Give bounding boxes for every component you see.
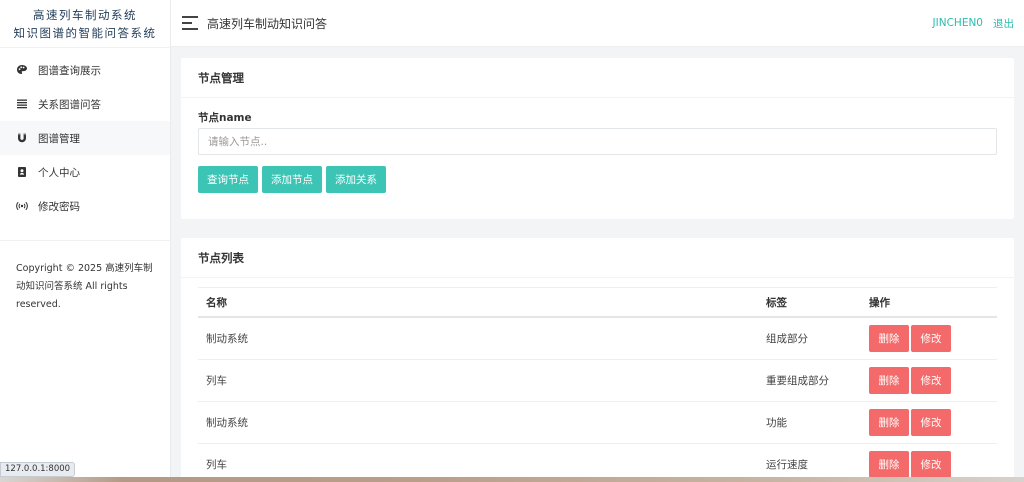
header-title: 高速列车制动知识问答	[207, 16, 328, 31]
edit-button[interactable]: 修改	[911, 451, 951, 478]
dock-strip	[0, 477, 1024, 482]
sidebar-nav: 图谱查询展示 关系图谱问答 图谱管理 个人中心 修改密码	[0, 48, 170, 223]
brand-title-line2: 知识图谱的智能问答系统	[13, 25, 157, 40]
logout-link[interactable]: 退出	[993, 16, 1014, 31]
palette-icon	[16, 64, 28, 76]
magnet-icon	[16, 132, 28, 144]
sidebar-item-profile[interactable]: 个人中心	[0, 155, 170, 189]
cell-name: 制动系统	[206, 417, 248, 429]
cell-ops: 删除 修改	[861, 367, 997, 394]
node-name-label: 节点name	[198, 112, 252, 124]
cell-label: 运行速度	[766, 459, 808, 471]
delete-button[interactable]: 删除	[869, 451, 909, 478]
delete-button[interactable]: 删除	[869, 409, 909, 436]
table-row: 列车 重要组成部分 删除 修改	[198, 360, 997, 402]
edit-button[interactable]: 修改	[911, 367, 951, 394]
table-row: 制动系统 组成部分 删除 修改	[198, 318, 997, 360]
sidebar-item-label: 图谱查询展示	[38, 64, 101, 77]
node-name-input[interactable]	[198, 128, 997, 155]
edit-button[interactable]: 修改	[911, 325, 951, 352]
cell-label: 重要组成部分	[766, 375, 829, 387]
delete-button[interactable]: 删除	[869, 325, 909, 352]
column-header-ops: 操作	[869, 296, 890, 309]
sidebar-item-label: 图谱管理	[38, 132, 80, 145]
address-book-icon	[16, 166, 28, 178]
sidebar-item-graph-query[interactable]: 图谱查询展示	[0, 53, 170, 87]
column-header-label: 标签	[766, 296, 787, 309]
header-user-area: JINCHEN0 退出	[933, 16, 1014, 31]
table-row: 制动系统 功能 删除 修改	[198, 402, 997, 444]
add-relation-button[interactable]: 添加关系	[326, 166, 386, 193]
brand: 高速列车制动系统 知识图谱的智能问答系统	[0, 0, 170, 48]
node-table: 名称 标签 操作 制动系统 组成部分 删除 修改 列车 重要组成部分 删除 修改…	[198, 287, 997, 482]
sidebar-item-label: 个人中心	[38, 166, 80, 179]
cell-label: 组成部分	[766, 333, 808, 345]
column-header-name: 名称	[206, 296, 227, 309]
brand-title-line1: 高速列车制动系统	[33, 7, 137, 22]
cell-name: 列车	[206, 375, 227, 387]
sidebar: 高速列车制动系统 知识图谱的智能问答系统 图谱查询展示 关系图谱问答 图谱管理	[0, 0, 171, 482]
delete-button[interactable]: 删除	[869, 367, 909, 394]
table-header: 名称 标签 操作	[198, 287, 997, 318]
edit-button[interactable]: 修改	[911, 409, 951, 436]
cell-ops: 删除 修改	[861, 325, 997, 352]
node-management-card: 节点管理 节点name 查询节点 添加节点 添加关系	[181, 58, 1014, 219]
sidebar-item-label: 关系图谱问答	[38, 98, 101, 111]
sidebar-item-change-password[interactable]: 修改密码	[0, 189, 170, 223]
copyright-text: Copyright © 2025 高速列车制动知识问答系统 All rights…	[16, 263, 153, 310]
query-node-button[interactable]: 查询节点	[198, 166, 258, 193]
status-url: 127.0.0.1:8000	[0, 462, 76, 477]
node-list-title: 节点列表	[181, 238, 1014, 278]
cell-name: 列车	[206, 459, 227, 471]
node-action-buttons: 查询节点 添加节点 添加关系	[198, 166, 386, 193]
node-list-card: 节点列表 名称 标签 操作 制动系统 组成部分 删除 修改 列车 重要组成部分 …	[181, 238, 1014, 482]
cell-label: 功能	[766, 417, 787, 429]
sidebar-divider	[0, 240, 171, 241]
node-management-title: 节点管理	[181, 58, 1014, 98]
top-header: 高速列车制动知识问答 JINCHEN0 退出	[171, 0, 1024, 47]
list-icon	[16, 98, 28, 110]
sidebar-item-relation-qa[interactable]: 关系图谱问答	[0, 87, 170, 121]
menu-toggle-icon[interactable]	[182, 16, 198, 30]
cell-ops: 删除 修改	[861, 409, 997, 436]
add-node-button[interactable]: 添加节点	[262, 166, 322, 193]
broadcast-icon	[16, 200, 28, 212]
cell-name: 制动系统	[206, 333, 248, 345]
username-link[interactable]: JINCHEN0	[933, 17, 983, 29]
sidebar-item-label: 修改密码	[38, 200, 80, 213]
cell-ops: 删除 修改	[861, 451, 997, 478]
sidebar-item-graph-management[interactable]: 图谱管理	[0, 121, 170, 155]
